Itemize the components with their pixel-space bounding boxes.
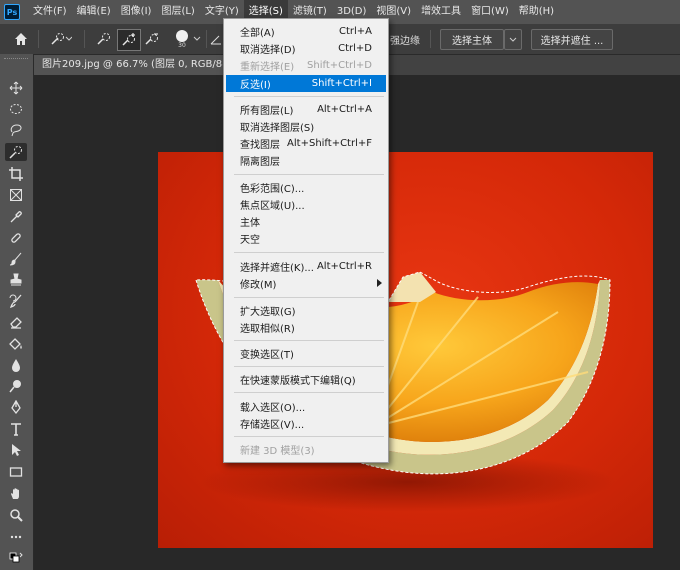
menu-separator — [234, 436, 384, 437]
rectangle-tool-icon[interactable] — [5, 463, 27, 481]
menu-separator — [234, 96, 384, 97]
menu-plugins[interactable]: 增效工具 — [416, 0, 466, 24]
menu-separator — [234, 252, 384, 253]
blur-tool-icon[interactable] — [5, 356, 27, 374]
select-and-mask-button[interactable]: 选择并遮住 ... — [531, 29, 613, 50]
menu-item-select-all[interactable]: 全部(A) Ctrl+A — [226, 23, 386, 40]
brush-preview-icon — [176, 29, 188, 42]
menu-item-similar[interactable]: 选取相似(R) — [226, 319, 386, 336]
menu-item-color-range[interactable]: 色彩范围(C)... — [226, 179, 386, 196]
menu-item-save-selection[interactable]: 存储选区(V)... — [226, 415, 386, 432]
menu-item-modify[interactable]: 修改(M) — [226, 275, 386, 292]
brush-size-value: 30 — [178, 41, 186, 49]
menu-edit[interactable]: 编辑(E) — [72, 0, 116, 24]
menu-item-isolate-layers[interactable]: 隔离图层 — [226, 152, 386, 169]
select-menu-dropdown: 全部(A) Ctrl+A 取消选择(D) Ctrl+D 重新选择(E) Shift+C… — [223, 18, 389, 463]
brush-size-picker[interactable]: 30 — [172, 29, 192, 49]
menu-item-deselect[interactable]: 取消选择(D) Ctrl+D — [226, 40, 386, 57]
default-colors-icon[interactable] — [5, 550, 27, 568]
divider — [84, 30, 85, 48]
menu-item-inverse[interactable]: 反选(I) Shift+Ctrl+I — [226, 75, 386, 92]
move-tool-icon[interactable] — [5, 79, 27, 97]
crop-tool-icon[interactable] — [5, 165, 27, 183]
tools-panel — [0, 54, 34, 570]
menu-separator — [234, 340, 384, 341]
menu-layer[interactable]: 图层(L) — [156, 0, 199, 24]
menu-item-load-selection[interactable]: 载入选区(O)... — [226, 398, 386, 415]
menu-separator — [234, 297, 384, 298]
hand-tool-icon[interactable] — [5, 485, 27, 503]
type-tool-icon[interactable] — [5, 420, 27, 438]
paint-bucket-tool-icon[interactable] — [5, 335, 27, 353]
eyedropper-tool-icon[interactable] — [5, 208, 27, 226]
add-to-selection-icon[interactable] — [117, 29, 141, 51]
menu-item-subject[interactable]: 主体 — [226, 213, 386, 230]
menu-item-all-layers[interactable]: 所有图层(L) Alt+Ctrl+A — [226, 101, 386, 118]
panel-grip[interactable] — [4, 58, 28, 62]
menu-item-find-layers[interactable]: 查找图层 Alt+Shift+Ctrl+F — [226, 135, 386, 152]
eraser-tool-icon[interactable] — [5, 313, 27, 331]
photoshop-logo-icon[interactable]: Ps — [4, 4, 20, 20]
menu-item-quick-mask[interactable]: 在快速蒙版模式下编辑(Q) — [226, 371, 386, 388]
menu-item-deselect-layers[interactable]: 取消选择图层(S) — [226, 118, 386, 135]
menu-separator — [234, 174, 384, 175]
dodge-tool-icon[interactable] — [5, 377, 27, 395]
menu-item-grow[interactable]: 扩大选取(G) — [226, 302, 386, 319]
more-tools-icon[interactable] — [5, 528, 27, 546]
history-brush-tool-icon[interactable] — [5, 292, 27, 310]
menu-separator — [234, 366, 384, 367]
menu-item-focus-area[interactable]: 焦点区域(U)... — [226, 196, 386, 213]
quick-selection-tool-icon[interactable] — [5, 143, 27, 161]
healing-brush-tool-icon[interactable] — [5, 229, 27, 247]
new-selection-icon[interactable] — [94, 29, 114, 49]
divider — [430, 30, 431, 48]
subtract-from-selection-icon[interactable] — [142, 29, 162, 49]
select-subject-dropdown-icon[interactable] — [504, 29, 522, 50]
menu-file[interactable]: 文件(F) — [28, 0, 72, 24]
chevron-down-icon[interactable] — [192, 29, 202, 49]
frame-tool-icon[interactable] — [5, 186, 27, 204]
menu-window[interactable]: 窗口(W) — [466, 0, 514, 24]
menu-item-reselect: 重新选择(E) Shift+Ctrl+D — [240, 60, 372, 73]
select-subject-button[interactable]: 选择主体 — [440, 29, 504, 50]
lasso-tool-icon[interactable] — [5, 121, 27, 139]
document-tab[interactable]: 图片209.jpg @ 66.7% (图层 0, RGB/8#) * — [34, 55, 251, 75]
enhance-edge-label[interactable]: 强边缘 — [388, 29, 422, 49]
menu-item-transform-selection[interactable]: 变换选区(T) — [226, 345, 386, 362]
pen-tool-icon[interactable] — [5, 398, 27, 416]
menu-item-sky[interactable]: 天空 — [226, 230, 386, 247]
brush-angle-icon[interactable] — [210, 29, 222, 49]
home-icon[interactable] — [10, 29, 32, 49]
submenu-arrow-icon — [377, 279, 382, 287]
divider — [38, 30, 39, 48]
path-selection-tool-icon[interactable] — [5, 441, 27, 459]
divider — [206, 30, 207, 48]
marquee-tool-icon[interactable] — [5, 100, 27, 118]
clone-stamp-tool-icon[interactable] — [5, 271, 27, 289]
menu-help[interactable]: 帮助(H) — [514, 0, 559, 24]
menu-item-new-3d-model: 新建 3D 模型(3) — [240, 446, 315, 457]
tool-preset-picker[interactable] — [46, 29, 76, 49]
zoom-tool-icon[interactable] — [5, 506, 27, 524]
menu-separator — [234, 392, 384, 393]
brush-tool-icon[interactable] — [5, 250, 27, 268]
menu-item-select-and-mask[interactable]: 选择并遮住(K)... Alt+Ctrl+R — [226, 258, 386, 275]
menu-image[interactable]: 图像(I) — [116, 0, 157, 24]
